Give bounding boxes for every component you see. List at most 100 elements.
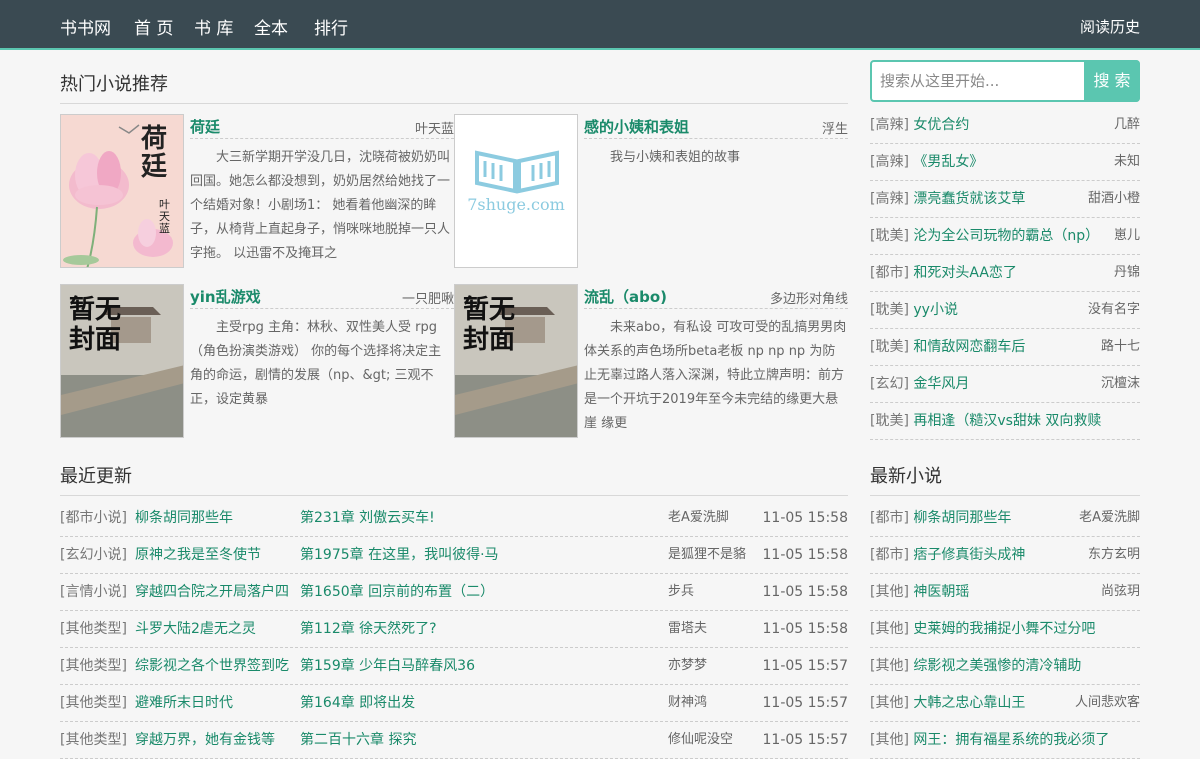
book-author: 步兵 bbox=[668, 584, 695, 599]
genre-tag: [其他] bbox=[870, 621, 909, 637]
recent-section-title: 最近更新 bbox=[60, 466, 132, 487]
update-row: [其他类型] 综影视之各个世界签到吃 第159章 少年白马醉春风36 亦梦梦 11-05… bbox=[60, 648, 848, 685]
chapter-link[interactable]: 第159章 少年白马醉春风36 bbox=[300, 648, 660, 684]
book-author: 叶天蓝 bbox=[414, 122, 454, 137]
book-title-link[interactable]: 痞子修真街头成神 bbox=[913, 547, 1025, 563]
book-title-link[interactable]: 沦为全公司玩物的霸总（np） bbox=[913, 228, 1099, 244]
side-hot-item[interactable]: [耽美] 再相逢（糙汉vs甜妹 双向救赎 bbox=[870, 403, 1140, 440]
book-title-link[interactable]: 大韩之忠心靠山王 bbox=[913, 695, 1025, 711]
book-title[interactable]: 感的小姨和表姐 bbox=[584, 116, 689, 137]
nav-library[interactable]: 书 库 bbox=[194, 14, 233, 39]
divider bbox=[60, 495, 848, 496]
nav-completed[interactable]: 全本 bbox=[254, 14, 288, 39]
chapter-link[interactable]: 第231章 刘傲云买车! bbox=[300, 500, 660, 536]
book-title-link[interactable]: 避难所末日时代 bbox=[135, 685, 300, 721]
chapter-link[interactable]: 第1650章 回京前的布置（二） bbox=[300, 574, 660, 610]
book-card: 暂无封面 流乱（abo) 多边形对角线 未来abo，有私设 可攻可受的乱搞男男肉… bbox=[454, 284, 848, 440]
category-tag: [其他类型] bbox=[60, 621, 127, 637]
book-title-link[interactable]: 柳条胡同那些年 bbox=[913, 510, 1011, 526]
book-title-link[interactable]: 和情敌网恋翻车后 bbox=[913, 339, 1025, 355]
side-hot-item[interactable]: [高辣] 女优合约 几醉 bbox=[870, 107, 1140, 144]
book-title-link[interactable]: 穿越四合院之开局落户四 bbox=[135, 574, 300, 610]
book-title-link[interactable]: 女优合约 bbox=[913, 117, 969, 133]
update-time: 11-05 15:58 bbox=[762, 510, 848, 526]
nav-ranking[interactable]: 排行 bbox=[314, 14, 348, 39]
newest-section-title: 最新小说 bbox=[870, 466, 942, 487]
book-author: 路十七 bbox=[1100, 339, 1140, 354]
side-hot-item[interactable]: [耽美] 沦为全公司玩物的霸总（np） 崽儿 bbox=[870, 218, 1140, 255]
book-title-link[interactable]: 和死对头AA恋了 bbox=[913, 265, 1017, 281]
update-time: 11-05 15:58 bbox=[762, 621, 848, 637]
side-hot-item[interactable]: [高辣] 漂亮蠢货就该艾草 甜酒小橙 bbox=[870, 181, 1140, 218]
genre-tag: [其他] bbox=[870, 584, 909, 600]
book-cover[interactable]: 荷廷 叶天蓝 bbox=[60, 114, 184, 268]
book-cover[interactable]: 暂无封面 bbox=[60, 284, 184, 438]
chapter-link[interactable]: 第二百十六章 探究 bbox=[300, 722, 660, 758]
site-logo[interactable]: 书书网 bbox=[60, 14, 111, 39]
update-row: [言情小说] 穿越四合院之开局落户四 第1650章 回京前的布置（二） 步兵 11-05… bbox=[60, 574, 848, 611]
book-cover[interactable]: 暂无封面 bbox=[454, 284, 578, 438]
genre-tag: [玄幻] bbox=[870, 376, 909, 392]
book-title[interactable]: 荷廷 bbox=[190, 116, 220, 137]
book-title-link[interactable]: 柳条胡同那些年 bbox=[135, 500, 300, 536]
chapter-link[interactable]: 第112章 徐天然死了? bbox=[300, 611, 660, 647]
genre-tag: [其他] bbox=[870, 658, 909, 674]
newest-item[interactable]: [其他] 史莱姆的我捕捉小舞不过分吧 bbox=[870, 611, 1140, 648]
search-button[interactable]: 搜 索 bbox=[1084, 60, 1140, 102]
book-title-link[interactable]: 穿越万界，她有金钱等 bbox=[135, 722, 300, 758]
chapter-link[interactable]: 第1975章 在这里，我叫彼得·马 bbox=[300, 537, 660, 573]
update-time: 11-05 15:57 bbox=[762, 658, 848, 674]
update-time: 11-05 15:58 bbox=[762, 547, 848, 563]
side-hot-item[interactable]: [都市] 和死对头AA恋了 丹锦 bbox=[870, 255, 1140, 292]
book-title[interactable]: yin乱游戏 bbox=[190, 286, 261, 307]
reading-history-link[interactable]: 阅读历史 bbox=[1080, 16, 1140, 37]
side-hot-item[interactable]: [高辣] 《男乱女》 未知 bbox=[870, 144, 1140, 181]
newest-item[interactable]: [其他] 网王：拥有福星系统的我必须了 bbox=[870, 722, 1140, 759]
book-title[interactable]: 流乱（abo) bbox=[584, 286, 667, 307]
book-author: 浮生 bbox=[821, 122, 848, 137]
nav-home[interactable]: 首 页 bbox=[134, 14, 173, 39]
newest-item[interactable]: [其他] 大韩之忠心靠山王 人间悲欢客 bbox=[870, 685, 1140, 722]
book-title-link[interactable]: 综影视之各个世界签到吃 bbox=[135, 648, 300, 684]
book-author: 财神鸿 bbox=[668, 695, 708, 710]
update-time: 11-05 15:58 bbox=[762, 584, 848, 600]
chapter-link[interactable]: 第164章 即将出发 bbox=[300, 685, 660, 721]
top-navbar: 书书网 首 页 书 库 全本 排行 阅读历史 bbox=[0, 0, 1200, 50]
book-author: 东方玄明 bbox=[1087, 547, 1140, 562]
side-hot-item[interactable]: [玄幻] 金华风月 沉檀沫 bbox=[870, 366, 1140, 403]
book-title-link[interactable]: 《男乱女》 bbox=[913, 154, 983, 170]
genre-tag: [耽美] bbox=[870, 228, 909, 244]
side-hot-item[interactable]: [耽美] yy小说 没有名字 bbox=[870, 292, 1140, 329]
book-title-link[interactable]: 原神之我是至冬使节 bbox=[135, 537, 300, 573]
newest-item[interactable]: [都市] 柳条胡同那些年 老A爱洗脚 bbox=[870, 500, 1140, 537]
book-title-link[interactable]: 金华风月 bbox=[913, 376, 969, 392]
newest-item[interactable]: [其他] 神医朝瑶 尚弦玥 bbox=[870, 574, 1140, 611]
book-author: 老A爱洗脚 bbox=[668, 510, 729, 525]
book-description: 未来abo，有私设 可攻可受的乱搞男男肉体关系的声色场所beta老板 np np… bbox=[584, 320, 847, 431]
category-tag: [言情小说] bbox=[60, 584, 127, 600]
hot-section-title: 热门小说推荐 bbox=[60, 74, 168, 95]
book-title-link[interactable]: 网王：拥有福星系统的我必须了 bbox=[913, 732, 1109, 748]
recent-updates-list: [都市小说] 柳条胡同那些年 第231章 刘傲云买车! 老A爱洗脚 11-05 15:5… bbox=[60, 500, 848, 759]
category-tag: [玄幻小说] bbox=[60, 547, 127, 563]
book-title-link[interactable]: 斗罗大陆2虐无之灵 bbox=[135, 611, 300, 647]
newest-item[interactable]: [其他] 综影视之美强惨的清冷辅助 bbox=[870, 648, 1140, 685]
book-title-link[interactable]: 综影视之美强惨的清冷辅助 bbox=[913, 658, 1081, 674]
side-hot-item[interactable]: [耽美] 和情敌网恋翻车后 路十七 bbox=[870, 329, 1140, 366]
book-title-link[interactable]: 漂亮蠢货就该艾草 bbox=[913, 191, 1025, 207]
search-input[interactable] bbox=[880, 70, 1080, 92]
book-description: 主受rpg 主角：林秋、双性美人受 rpg（角色扮演类游戏） 你的每个选择将决定… bbox=[190, 320, 442, 407]
category-tag: [其他类型] bbox=[60, 732, 127, 748]
newest-item[interactable]: [都市] 痞子修真街头成神 东方玄明 bbox=[870, 537, 1140, 574]
book-title-link[interactable]: 史莱姆的我捕捉小舞不过分吧 bbox=[913, 621, 1095, 637]
book-author: 尚弦玥 bbox=[1100, 584, 1140, 599]
divider bbox=[190, 138, 454, 139]
book-author: 人间悲欢客 bbox=[1074, 695, 1140, 710]
book-title-link[interactable]: 再相逢（糙汉vs甜妹 双向救赎 bbox=[913, 413, 1101, 429]
book-cover[interactable]: 7shuge.com bbox=[454, 114, 578, 268]
book-author: 没有名字 bbox=[1087, 302, 1140, 317]
book-title-link[interactable]: yy小说 bbox=[913, 302, 958, 318]
book-title-link[interactable]: 神医朝瑶 bbox=[913, 584, 969, 600]
update-row: [都市小说] 柳条胡同那些年 第231章 刘傲云买车! 老A爱洗脚 11-05 15:5… bbox=[60, 500, 848, 537]
book-card: 荷廷 叶天蓝 荷廷 叶天蓝 大三新学期开学没几日，沈晓荷被奶奶叫回国。她怎么都没… bbox=[60, 114, 454, 270]
